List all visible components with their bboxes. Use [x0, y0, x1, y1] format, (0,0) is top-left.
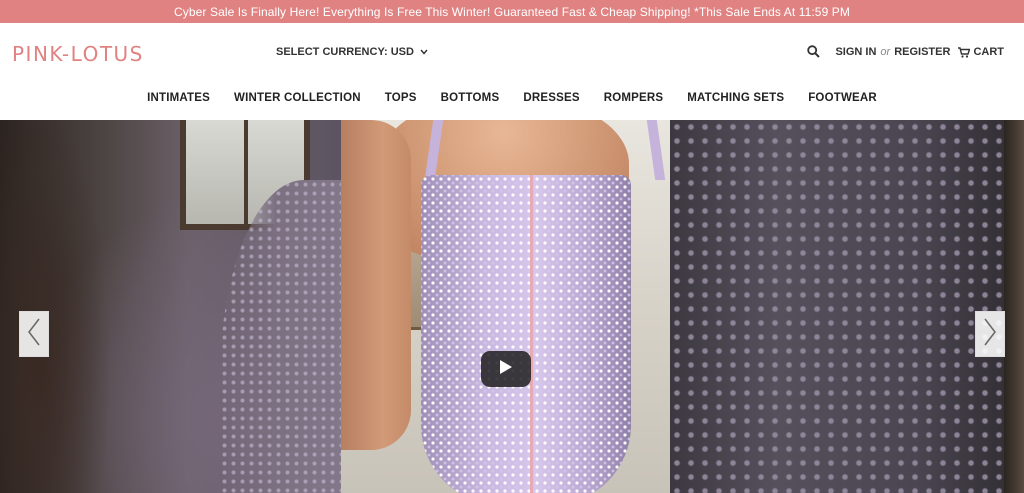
currency-label: SELECT CURRENCY: USD [276, 46, 414, 58]
nav-item-dresses[interactable]: DRESSES [523, 92, 579, 106]
cart-link[interactable]: CART [958, 46, 1004, 58]
main-nav: INTIMATES WINTER COLLECTION TOPS BOTTOMS… [0, 92, 1024, 106]
nav-item-tops[interactable]: TOPS [385, 92, 417, 106]
nav-item-bottoms[interactable]: BOTTOMS [441, 92, 500, 106]
cart-icon [958, 46, 971, 58]
cart-label: CART [973, 46, 1004, 58]
chevron-down-icon [420, 47, 428, 57]
slideshow-prev-button[interactable] [19, 311, 49, 357]
site-logo[interactable]: PINK-LOTUS [12, 42, 144, 66]
promo-text: Cyber Sale Is Finally Here! Everything I… [174, 4, 850, 19]
hero-slideshow [0, 120, 1024, 493]
nav-item-rompers[interactable]: ROMPERS [604, 92, 664, 106]
slideshow-next-button[interactable] [975, 311, 1005, 357]
nav-item-footwear[interactable]: FOOTWEAR [808, 92, 877, 106]
dress-zipper [530, 175, 533, 493]
register-link[interactable]: REGISTER [894, 46, 950, 58]
sign-in-link[interactable]: SIGN IN [835, 46, 876, 58]
chevron-left-icon [27, 318, 41, 351]
search-icon[interactable] [807, 45, 821, 59]
hero-image-right [670, 120, 1024, 493]
dress-strap-right [646, 120, 666, 180]
account-links: SIGN IN or REGISTER CART [807, 45, 1004, 59]
hero-image-left [0, 120, 360, 493]
nav-item-winter-collection[interactable]: WINTER COLLECTION [234, 92, 361, 106]
nav-item-intimates[interactable]: INTIMATES [147, 92, 210, 106]
play-video-button[interactable] [481, 351, 531, 387]
site-header: PINK-LOTUS SELECT CURRENCY: USD SIGN IN … [0, 23, 1024, 120]
nav-item-matching-sets[interactable]: MATCHING SETS [687, 92, 784, 106]
or-separator: or [880, 46, 891, 58]
sequin-dress [421, 175, 631, 493]
chevron-right-icon [983, 318, 997, 351]
promo-banner: Cyber Sale Is Finally Here! Everything I… [0, 0, 1024, 23]
hero-image-center [341, 120, 670, 493]
currency-selector[interactable]: SELECT CURRENCY: USD [276, 46, 428, 58]
play-icon [499, 359, 513, 380]
model-arm [341, 120, 411, 450]
